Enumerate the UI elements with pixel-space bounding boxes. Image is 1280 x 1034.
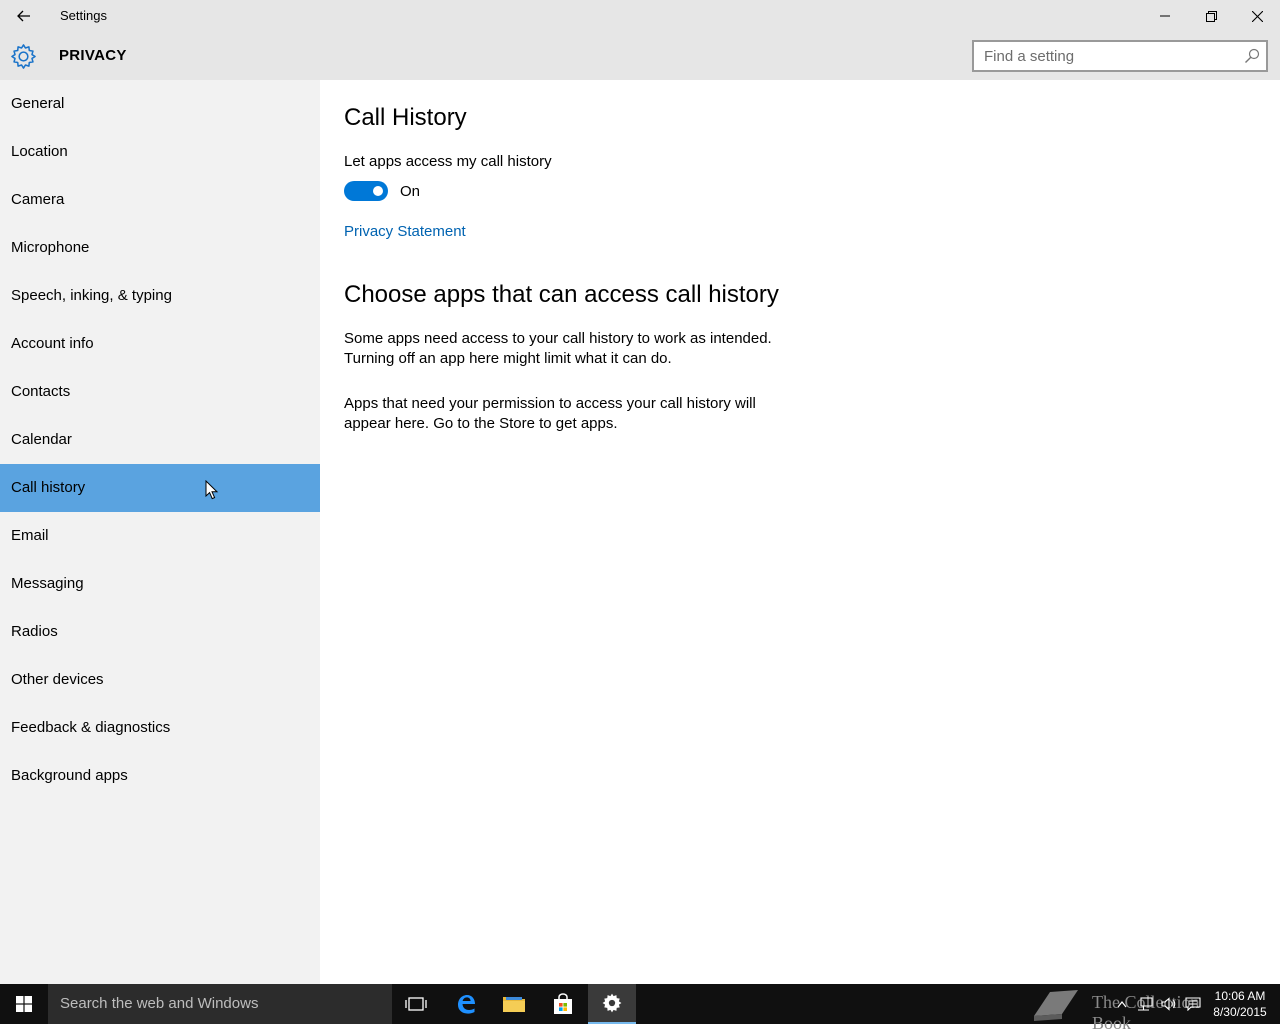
- taskbar-clock[interactable]: 10:06 AM 8/30/2015: [1206, 988, 1274, 1020]
- privacy-nav-sidebar: General Location Camera Microphone Speec…: [0, 80, 320, 984]
- sidebar-item-contacts[interactable]: Contacts: [0, 368, 320, 416]
- network-icon: [1138, 997, 1153, 1011]
- minimize-button[interactable]: [1142, 0, 1188, 32]
- network-tray-button[interactable]: [1134, 984, 1156, 1024]
- note-line: Apps that need your permission to access…: [344, 395, 756, 412]
- taskbar-search-box[interactable]: Search the web and Windows: [48, 984, 392, 1024]
- folder-icon: [503, 997, 525, 1012]
- edge-browser-button[interactable]: [442, 984, 490, 1024]
- sidebar-item-call-history[interactable]: Call history: [0, 464, 320, 512]
- sidebar-item-speech-inking-typing[interactable]: Speech, inking, & typing: [0, 272, 320, 320]
- store-bag-icon: [554, 993, 572, 1014]
- book-logo-icon: [1034, 990, 1078, 1021]
- notification-icon: [1185, 997, 1201, 1011]
- show-hidden-icons-button[interactable]: [1112, 984, 1132, 1024]
- description-line: Some apps need access to your call histo…: [344, 330, 772, 347]
- sidebar-item-radios[interactable]: Radios: [0, 608, 320, 656]
- choose-apps-heading: Choose apps that can access call history: [344, 281, 779, 308]
- settings-gear-icon: [602, 993, 622, 1013]
- title-bar: Settings: [0, 0, 1280, 32]
- start-button[interactable]: [0, 984, 48, 1024]
- description-line: Turning off an app here might limit what…: [344, 350, 672, 367]
- sidebar-item-location[interactable]: Location: [0, 128, 320, 176]
- sidebar-item-background-apps[interactable]: Background apps: [0, 752, 320, 800]
- call-history-page: Call History Let apps access my call his…: [320, 80, 1280, 984]
- sidebar-item-messaging[interactable]: Messaging: [0, 560, 320, 608]
- speaker-icon: [1161, 997, 1176, 1011]
- sidebar-item-email[interactable]: Email: [0, 512, 320, 560]
- sidebar-item-general[interactable]: General: [0, 80, 320, 128]
- close-icon: [1251, 10, 1263, 22]
- taskbar: Search the web and Windows The Collectio…: [0, 984, 1280, 1033]
- sidebar-item-microphone[interactable]: Microphone: [0, 224, 320, 272]
- gear-icon: [11, 44, 36, 69]
- mouse-cursor-icon: [205, 480, 219, 500]
- settings-taskbar-button[interactable]: [588, 984, 636, 1024]
- toggle-knob: [373, 186, 383, 196]
- back-arrow-icon: [17, 10, 30, 22]
- close-button[interactable]: [1234, 0, 1280, 32]
- clock-date: 8/30/2015: [1213, 1005, 1267, 1019]
- call-history-toggle-label: Let apps access my call history: [344, 153, 552, 170]
- settings-header: PRIVACY: [0, 32, 1280, 80]
- sidebar-item-account-info[interactable]: Account info: [0, 320, 320, 368]
- section-title: PRIVACY: [59, 47, 127, 64]
- windows-logo-icon: [16, 996, 32, 1012]
- call-history-access-toggle[interactable]: [344, 181, 388, 201]
- privacy-statement-link[interactable]: Privacy Statement: [344, 223, 466, 240]
- toggle-state-text: On: [400, 183, 421, 200]
- find-setting-search-box[interactable]: [972, 40, 1268, 72]
- back-button[interactable]: [0, 0, 48, 32]
- sidebar-item-feedback-diagnostics[interactable]: Feedback & diagnostics: [0, 704, 320, 752]
- chevron-up-icon: [1117, 1001, 1127, 1008]
- minimize-icon: [1160, 15, 1170, 17]
- clock-time: 10:06 AM: [1214, 989, 1266, 1003]
- apps-permission-note: Apps that need your permission to access…: [344, 394, 784, 434]
- task-view-icon: [405, 997, 427, 1011]
- sidebar-item-camera[interactable]: Camera: [0, 176, 320, 224]
- volume-tray-button[interactable]: [1158, 984, 1180, 1024]
- find-setting-input[interactable]: [974, 42, 1236, 70]
- file-explorer-button[interactable]: [490, 984, 538, 1024]
- action-center-button[interactable]: [1182, 984, 1204, 1024]
- window-title: Settings: [60, 8, 107, 23]
- store-button[interactable]: [539, 984, 587, 1024]
- restore-icon: [1205, 10, 1217, 22]
- page-title: Call History: [344, 104, 467, 131]
- restore-button[interactable]: [1188, 0, 1234, 32]
- search-icon[interactable]: [1244, 48, 1260, 64]
- sidebar-item-calendar[interactable]: Calendar: [0, 416, 320, 464]
- edge-icon: [458, 995, 475, 1014]
- sidebar-item-other-devices[interactable]: Other devices: [0, 656, 320, 704]
- note-line: appear here. Go to the Store to get apps…: [344, 415, 618, 432]
- apps-need-access-description: Some apps need access to your call histo…: [344, 329, 784, 369]
- task-view-button[interactable]: [392, 984, 440, 1024]
